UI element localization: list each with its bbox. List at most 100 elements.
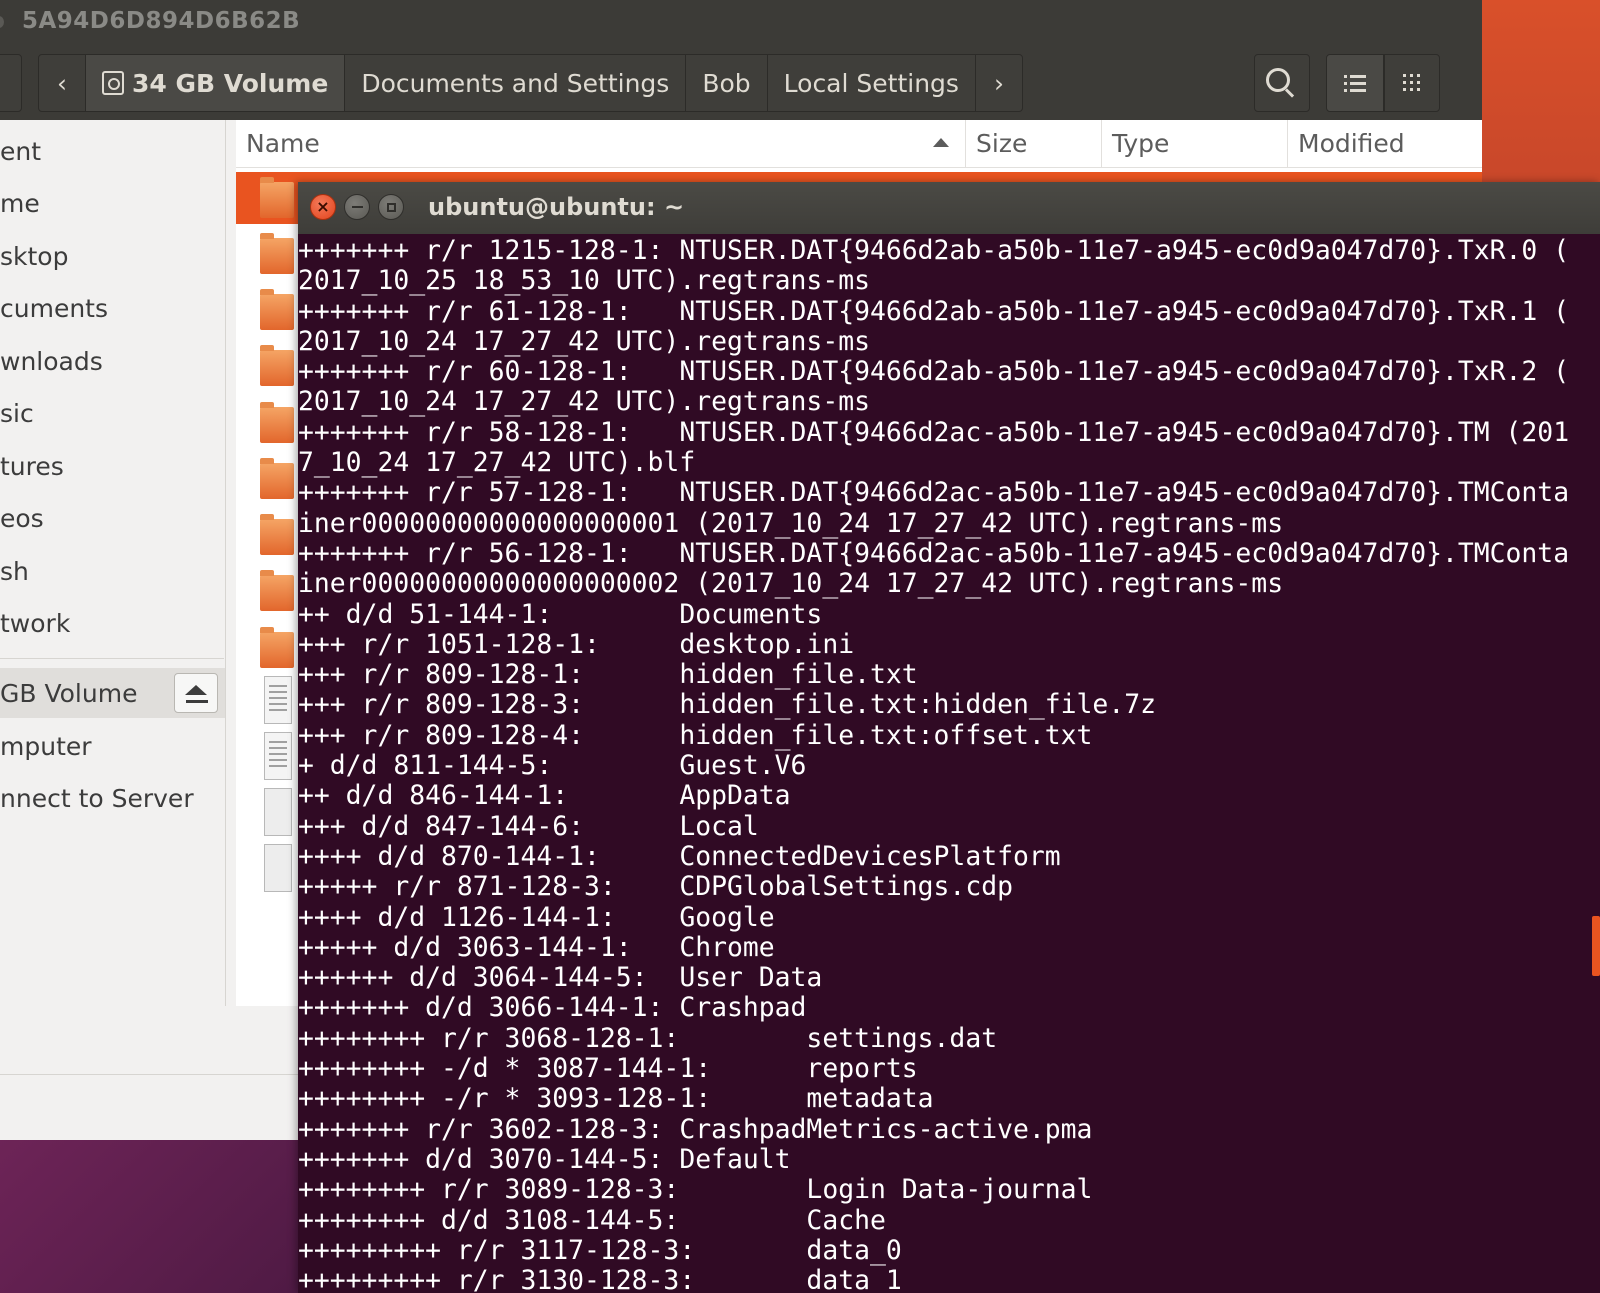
terminal-line: +++ r/r 809-128-3: hidden_file.txt:hidde… — [298, 689, 1156, 721]
window-title: 5A94D6D894D6B62B — [22, 8, 301, 34]
text-file-icon — [264, 732, 292, 780]
terminal-line: ++ d/d 846-144-1: AppData — [298, 780, 791, 812]
terminal-line: +++++++++ r/r 3130-128-3: data_1 — [298, 1265, 902, 1293]
path-crumb-local-settings[interactable]: Local Settings — [768, 55, 976, 111]
sidebar: ent me sktop cuments wnloads sic tures e… — [0, 120, 226, 1006]
sidebar-item-label: nnect to Server — [0, 783, 194, 813]
sidebar-item-label: GB Volume — [0, 678, 138, 708]
search-icon — [1266, 68, 1290, 92]
folder-icon — [260, 570, 294, 611]
sidebar-item-label: wnloads — [0, 346, 103, 376]
column-header-label: Type — [1112, 129, 1170, 158]
terminal-line: + d/d 811-144-5: Guest.V6 — [298, 750, 807, 782]
list-view-button[interactable] — [1326, 54, 1384, 112]
column-header-name[interactable]: Name — [236, 120, 966, 168]
path-crumb-documents-and-settings[interactable]: Documents and Settings — [345, 55, 687, 111]
path-crumb-bob[interactable]: Bob — [686, 55, 768, 111]
list-view-icon — [1344, 75, 1366, 92]
terminal-line: ++ d/d 51-144-1: Documents — [298, 598, 823, 630]
file-manager-statusbar — [0, 1006, 300, 1140]
sidebar-item-label: tures — [0, 451, 64, 481]
sidebar-item-recent[interactable]: ent — [0, 126, 225, 176]
terminal-line: +++ r/r 809-128-1: hidden_file.txt — [298, 659, 918, 691]
sidebar-item-label: sktop — [0, 241, 69, 271]
maximize-button[interactable] — [378, 194, 404, 220]
terminal-line: ++++++++ d/d 3108-144-5: Cache — [298, 1204, 886, 1236]
terminal-line: iner00000000000000000001 (2017_10_24 17_… — [298, 507, 1284, 539]
terminal-line: +++ d/d 847-144-6: Local — [298, 810, 759, 842]
terminal-line: +++++++ r/r 61-128-1: NTUSER.DAT{9466d2a… — [298, 295, 1570, 327]
column-header-modified[interactable]: Modified — [1288, 120, 1482, 168]
toolbar-edge-button[interactable] — [0, 54, 22, 112]
sidebar-item-documents[interactable]: cuments — [0, 283, 225, 333]
sidebar-item-network[interactable]: twork — [0, 598, 225, 648]
sidebar-item-desktop[interactable]: sktop — [0, 231, 225, 281]
sidebar-item-music[interactable]: sic — [0, 388, 225, 438]
eject-button[interactable] — [174, 673, 218, 713]
column-header-label: Modified — [1298, 129, 1405, 158]
sidebar-item-label: sh — [0, 556, 29, 586]
desktop-wallpaper-bottom — [0, 1140, 300, 1293]
terminal-line: ++++++++ r/r 3068-128-1: settings.dat — [298, 1022, 998, 1054]
terminal-output[interactable]: +++++++ r/r 1215-128-1: NTUSER.DAT{9466d… — [298, 236, 1588, 1293]
terminal-line: +++++++ r/r 1215-128-1: NTUSER.DAT{9466d… — [298, 236, 1570, 266]
folder-icon — [260, 233, 294, 274]
sidebar-item-connect-to-server[interactable]: nnect to Server — [0, 773, 225, 823]
maximize-icon — [386, 202, 396, 212]
sidebar-item-computer[interactable]: mputer — [0, 721, 225, 771]
folder-icon — [260, 514, 294, 555]
terminal-line: +++++++ d/d 3066-144-1: Crashpad — [298, 992, 807, 1024]
scrollbar-thumb[interactable] — [1592, 916, 1600, 976]
sidebar-item-label: twork — [0, 608, 71, 638]
sidebar-item-pictures[interactable]: tures — [0, 441, 225, 491]
column-header-type[interactable]: Type — [1102, 120, 1288, 168]
terminal-line: +++ r/r 1051-128-1: desktop.ini — [298, 628, 855, 660]
path-forward-button[interactable]: › — [976, 55, 1022, 111]
window-control-icon[interactable] — [0, 16, 4, 28]
column-header-label: Size — [976, 129, 1028, 158]
sort-ascending-icon — [933, 138, 949, 147]
sidebar-item-label: sic — [0, 398, 34, 428]
sidebar-item-label: ent — [0, 136, 42, 166]
file-manager-titlebar: 5A94D6D894D6B62B — [0, 0, 1482, 46]
sidebar-item-videos[interactable]: eos — [0, 493, 225, 543]
terminal-line: +++++++ r/r 3602-128-3: CrashpadMetrics-… — [298, 1113, 1093, 1145]
terminal-line: 7_10_24 17_27_42 UTC).blf — [298, 447, 696, 479]
terminal-line: +++ r/r 809-128-4: hidden_file.txt:offse… — [298, 719, 1093, 751]
file-manager-toolbar: ‹ 34 GB Volume Documents and Settings Bo… — [0, 46, 1482, 120]
sidebar-item-label: mputer — [0, 731, 92, 761]
sidebar-item-downloads[interactable]: wnloads — [0, 336, 225, 386]
terminal-line: 2017_10_25 18_53_10 UTC).regtrans-ms — [298, 265, 870, 297]
terminal-line: ++++++++ r/r 3089-128-3: Login Data-jour… — [298, 1174, 1093, 1206]
sidebar-item-label: cuments — [0, 293, 108, 323]
folder-icon — [260, 627, 294, 668]
close-button[interactable]: × — [310, 194, 336, 220]
minimize-button[interactable] — [344, 194, 370, 220]
grid-view-button[interactable] — [1384, 54, 1440, 112]
folder-icon — [260, 458, 294, 499]
column-header-size[interactable]: Size — [966, 120, 1102, 168]
terminal-line: +++++++ r/r 58-128-1: NTUSER.DAT{9466d2a… — [298, 416, 1570, 448]
folder-icon — [260, 177, 294, 218]
path-back-button[interactable]: ‹ — [39, 55, 86, 111]
minimize-icon — [351, 206, 363, 208]
terminal-window: × ubuntu@ubuntu: ~ +++++++ r/r 1215-128-… — [298, 182, 1600, 1293]
terminal-line: iner00000000000000000002 (2017_10_24 17_… — [298, 568, 1284, 600]
eject-icon — [185, 685, 207, 695]
sidebar-divider — [0, 658, 224, 659]
folder-icon — [260, 402, 294, 443]
search-button[interactable] — [1254, 54, 1310, 112]
terminal-line: +++++++ r/r 56-128-1: NTUSER.DAT{9466d2a… — [298, 537, 1570, 569]
sidebar-item-volume[interactable]: GB Volume — [0, 668, 225, 718]
folder-icon — [260, 345, 294, 386]
terminal-line: ++++++++ -/r * 3093-128-1: metadata — [298, 1083, 934, 1115]
sidebar-item-trash[interactable]: sh — [0, 546, 225, 596]
terminal-line: 2017_10_24 17_27_42 UTC).regtrans-ms — [298, 386, 870, 418]
path-bar: ‹ 34 GB Volume Documents and Settings Bo… — [38, 54, 1023, 112]
terminal-title: ubuntu@ubuntu: ~ — [428, 193, 685, 221]
path-crumb-volume[interactable]: 34 GB Volume — [86, 55, 346, 111]
terminal-line: ++++ d/d 870-144-1: ConnectedDevicesPlat… — [298, 840, 1061, 872]
sidebar-item-home[interactable]: me — [0, 178, 225, 228]
terminal-scrollbar[interactable] — [1590, 236, 1600, 1293]
terminal-line: ++++++ d/d 3064-144-5: User Data — [298, 962, 823, 994]
